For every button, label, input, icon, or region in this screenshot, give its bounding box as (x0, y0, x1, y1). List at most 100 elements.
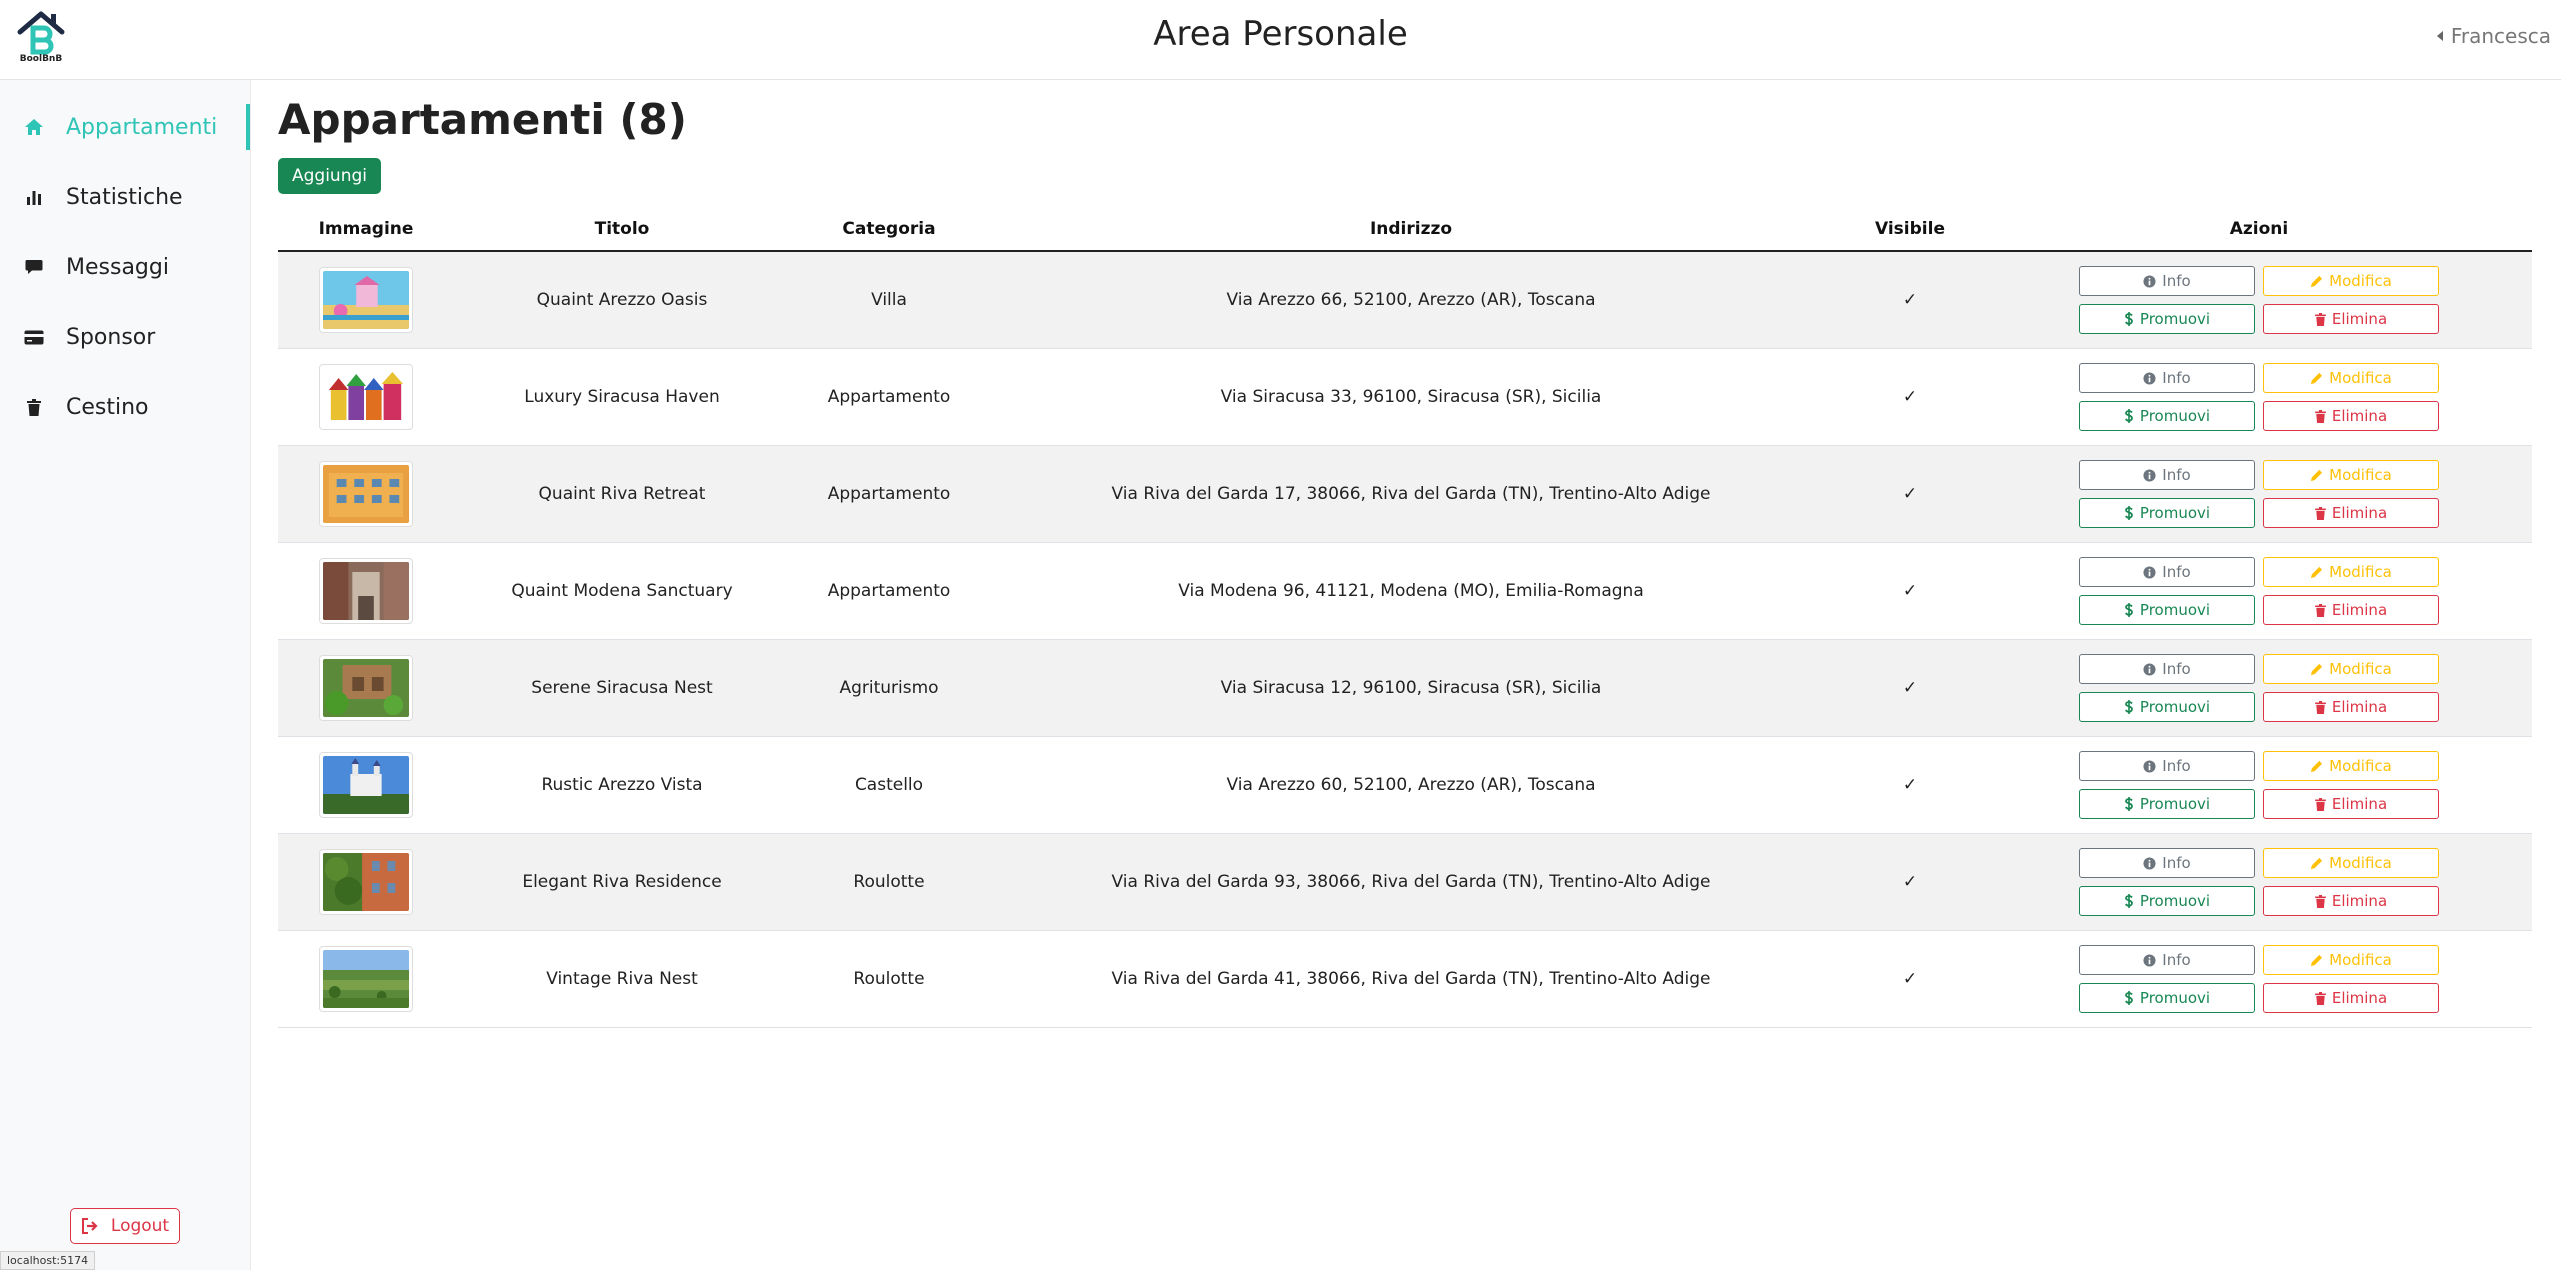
info-button[interactable]: Info (2079, 848, 2255, 878)
info-label: Info (2162, 951, 2191, 969)
info-button[interactable]: Info (2079, 654, 2255, 684)
apartment-thumbnail[interactable] (319, 849, 413, 915)
table-row: Quaint Riva Retreat Appartamento Via Riva … (278, 445, 2532, 543)
promote-label: Promuovi (2139, 892, 2211, 910)
message-icon (24, 257, 44, 277)
category-cell: Appartamento (790, 542, 988, 640)
address-cell: Via Siracusa 12, 96100, Siracusa (SR), S… (988, 639, 1834, 737)
promote-label: Promuovi (2139, 989, 2211, 1007)
delete-button[interactable]: Elimina (2263, 304, 2439, 334)
info-label: Info (2162, 272, 2191, 290)
promote-button[interactable]: Promuovi (2079, 304, 2255, 334)
title-cell: Vintage Riva Nest (454, 930, 790, 1028)
apartment-thumbnail[interactable] (319, 364, 413, 430)
actions-cell: Info Modifica Promuovi Elimina (1986, 833, 2532, 931)
check-icon: ✓ (1902, 775, 1918, 795)
delete-label: Elimina (2331, 698, 2388, 716)
actions-cell: Info Modifica Promuovi Elimina (1986, 736, 2532, 834)
delete-button[interactable]: Elimina (2263, 498, 2439, 528)
delete-button[interactable]: Elimina (2263, 595, 2439, 625)
trash-icon (2314, 894, 2326, 908)
apartment-thumbnail[interactable] (319, 946, 413, 1012)
edit-button[interactable]: Modifica (2263, 363, 2439, 393)
image-cell (278, 445, 454, 543)
dollar-icon (2124, 797, 2134, 811)
title-cell: Rustic Arezzo Vista (454, 736, 790, 834)
dollar-icon (2124, 991, 2134, 1005)
image-cell (278, 251, 454, 349)
dollar-icon (2124, 894, 2134, 908)
promote-button[interactable]: Promuovi (2079, 401, 2255, 431)
visible-cell: ✓ (1834, 251, 1986, 349)
edit-button[interactable]: Modifica (2263, 460, 2439, 490)
promote-label: Promuovi (2139, 407, 2211, 425)
info-label: Info (2162, 757, 2191, 775)
edit-label: Modifica (2329, 369, 2392, 387)
image-cell (278, 930, 454, 1028)
promote-button[interactable]: Promuovi (2079, 886, 2255, 916)
edit-label: Modifica (2329, 951, 2392, 969)
promote-button[interactable]: Promuovi (2079, 983, 2255, 1013)
address-cell: Via Siracusa 33, 96100, Siracusa (SR), S… (988, 348, 1834, 446)
apartment-thumbnail[interactable] (319, 752, 413, 818)
promote-button[interactable]: Promuovi (2079, 595, 2255, 625)
info-button[interactable]: Info (2079, 751, 2255, 781)
page-title: Appartamenti (8) (278, 95, 687, 144)
delete-label: Elimina (2331, 310, 2388, 328)
info-button[interactable]: Info (2079, 557, 2255, 587)
info-icon (2143, 565, 2156, 579)
delete-button[interactable]: Elimina (2263, 692, 2439, 722)
sidebar-item-label: Cestino (66, 394, 149, 420)
edit-button[interactable]: Modifica (2263, 945, 2439, 975)
trash-icon (2314, 603, 2326, 617)
promote-button[interactable]: Promuovi (2079, 789, 2255, 819)
add-apartment-button[interactable]: Aggiungi (278, 158, 381, 194)
image-cell (278, 542, 454, 640)
dollar-icon (2124, 506, 2134, 520)
apartment-thumbnail[interactable] (319, 461, 413, 527)
apartment-thumbnail[interactable] (319, 655, 413, 721)
sidebar-item-cestino[interactable]: Cestino (0, 372, 250, 442)
delete-button[interactable]: Elimina (2263, 983, 2439, 1013)
promote-button[interactable]: Promuovi (2079, 692, 2255, 722)
sidebar-item-label: Appartamenti (66, 114, 218, 140)
category-cell: Roulotte (790, 930, 988, 1028)
check-icon: ✓ (1902, 969, 1918, 989)
address-cell: Via Riva del Garda 93, 38066, Riva del G… (988, 833, 1834, 931)
user-menu[interactable]: Francesca (2436, 24, 2551, 48)
apartment-thumbnail[interactable] (319, 558, 413, 624)
edit-button[interactable]: Modifica (2263, 654, 2439, 684)
image-cell (278, 833, 454, 931)
delete-button[interactable]: Elimina (2263, 401, 2439, 431)
edit-button[interactable]: Modifica (2263, 266, 2439, 296)
info-button[interactable]: Info (2079, 266, 2255, 296)
info-button[interactable]: Info (2079, 945, 2255, 975)
visible-cell: ✓ (1834, 736, 1986, 834)
edit-button[interactable]: Modifica (2263, 751, 2439, 781)
info-button[interactable]: Info (2079, 363, 2255, 393)
column-header-image: Immagine (278, 208, 454, 252)
title-cell: Quaint Modena Sanctuary (454, 542, 790, 640)
promote-label: Promuovi (2139, 504, 2211, 522)
edit-label: Modifica (2329, 660, 2392, 678)
edit-label: Modifica (2329, 272, 2392, 290)
info-icon (2143, 662, 2156, 676)
home-icon (24, 117, 44, 137)
edit-button[interactable]: Modifica (2263, 557, 2439, 587)
trash-icon (2314, 312, 2326, 326)
logout-button[interactable]: Logout (70, 1208, 180, 1244)
delete-button[interactable]: Elimina (2263, 789, 2439, 819)
sidebar-item-statistiche[interactable]: Statistiche (0, 162, 250, 232)
edit-button[interactable]: Modifica (2263, 848, 2439, 878)
visible-cell: ✓ (1834, 833, 1986, 931)
delete-button[interactable]: Elimina (2263, 886, 2439, 916)
sidebar-item-sponsor[interactable]: Sponsor (0, 302, 250, 372)
info-button[interactable]: Info (2079, 460, 2255, 490)
promote-button[interactable]: Promuovi (2079, 498, 2255, 528)
trash-icon (2314, 506, 2326, 520)
promote-label: Promuovi (2139, 698, 2211, 716)
sidebar-item-appartamenti[interactable]: Appartamenti (0, 92, 250, 162)
sidebar-item-messaggi[interactable]: Messaggi (0, 232, 250, 302)
logo-text: BoolBnB (19, 54, 63, 64)
apartment-thumbnail[interactable] (319, 267, 413, 333)
